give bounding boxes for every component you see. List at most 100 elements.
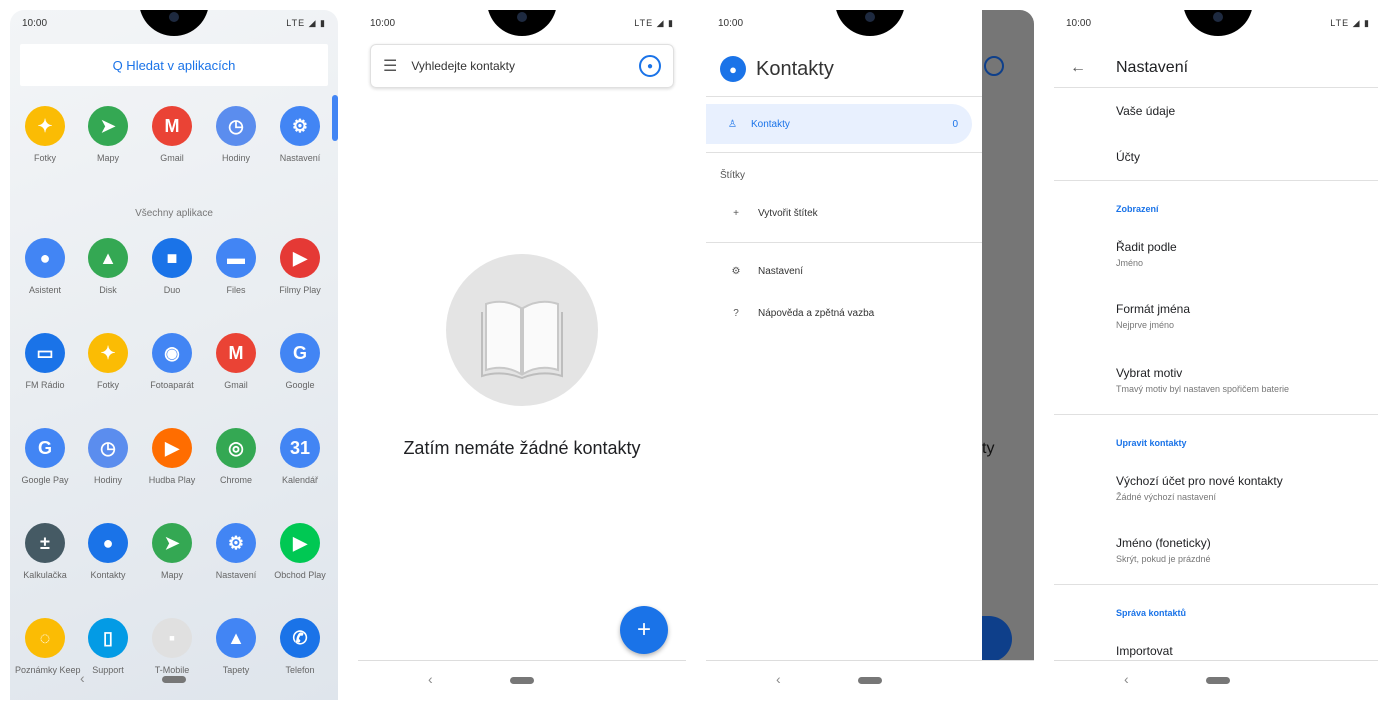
drawer-item-label: Vytvořit štítek [758, 208, 818, 219]
app-fm-rádio[interactable]: ▭ FM Rádio [15, 333, 75, 390]
app-google-pay[interactable]: G Google Pay [15, 428, 75, 485]
maps-icon: ➤ [88, 106, 128, 146]
divider [1054, 414, 1378, 415]
files-icon: ▬ [216, 238, 256, 278]
settings-item[interactable]: Jméno (foneticky) Skrýt, pokud je prázdné [1116, 536, 1211, 564]
app-search-bar[interactable]: Q Hledat v aplikacích [20, 44, 328, 86]
settings-item-title: Vaše údaje [1116, 104, 1176, 118]
nav-bar: ‹ [1054, 660, 1378, 700]
phone-contacts-drawer: kty 10:00 ● Kontakty ♙ Kontakty 0 Štítky… [706, 10, 1034, 700]
drawer-item-label: Nastavení [758, 266, 804, 277]
nav-bar: ‹ [358, 660, 686, 700]
chrome-icon: ◎ [216, 428, 256, 468]
app-label: Obchod Play [274, 570, 326, 580]
drawer-item-label: Kontakty [750, 118, 790, 130]
app-label: Kontakty [90, 570, 126, 580]
back-icon[interactable]: ‹ [1124, 671, 1129, 687]
app-mapy[interactable]: ➤ Mapy [142, 523, 202, 580]
drawer-item-help[interactable]: ? Nápověda a zpětná vazba [728, 308, 874, 319]
status-time: 10:00 [1066, 18, 1092, 29]
app-mapy[interactable]: ➤ Mapy [78, 106, 138, 163]
drawer-item-create-label[interactable]: + Vytvořit štítek [728, 208, 818, 219]
search-placeholder: Vyhledejte kontakty [411, 59, 515, 73]
person-icon: ♙ [728, 118, 737, 130]
dimmed-background[interactable]: kty [972, 10, 1034, 662]
empty-state-text: Zatím nemáte žádné kontakty [403, 438, 641, 458]
app-disk[interactable]: ▲ Disk [78, 238, 138, 295]
app-kalkulačka[interactable]: ± Kalkulačka [15, 523, 75, 580]
app-label: Gmail [224, 380, 248, 390]
scrollbar[interactable] [332, 95, 338, 141]
app-label: Mapy [96, 153, 119, 163]
settings-item[interactable]: Vybrat motiv Tmavý motiv byl nastaven spo… [1116, 366, 1289, 394]
app-hodiny[interactable]: ◷ Hodiny [78, 428, 138, 485]
drawer-item-contacts[interactable]: ♙ Kontakty 0 [706, 104, 972, 144]
labels-heading: Štítky [720, 170, 746, 181]
support-icon: ▯ [88, 618, 128, 658]
menu-icon[interactable]: ☰ [383, 56, 397, 76]
play-music-icon: ▶ [152, 428, 192, 468]
app-label: Hodiny [221, 153, 250, 163]
app-gmail[interactable]: M Gmail [206, 333, 266, 390]
home-button[interactable] [858, 677, 882, 684]
home-button[interactable] [510, 677, 534, 684]
add-contact-button[interactable]: + [620, 606, 668, 654]
nav-bar: ‹ [10, 660, 338, 700]
camera-notch [1183, 10, 1253, 36]
divider [706, 96, 982, 97]
settings-item[interactable]: Výchozí účet pro nové kontakty Žádné vých… [1116, 474, 1283, 502]
account-icon [984, 56, 1004, 76]
settings-item[interactable]: Importovat [1116, 644, 1173, 658]
maps-icon: ➤ [152, 523, 192, 563]
back-icon[interactable]: ‹ [80, 670, 85, 686]
settings-category: Upravit kontakty [1116, 438, 1187, 448]
app-nastavení[interactable]: ⚙ Nastavení [206, 523, 266, 580]
app-hudba-play[interactable]: ▶ Hudba Play [142, 428, 202, 485]
divider [1054, 180, 1378, 181]
app-kontakty[interactable]: ● Kontakty [78, 523, 138, 580]
home-button[interactable] [162, 676, 186, 683]
app-label: Fotky [33, 153, 56, 163]
phone-contacts-empty: 10:00 LTE ◢ ▮ ☰ Vyhledejte kontakty ● Za… [358, 10, 686, 700]
settings-category: Zobrazení [1116, 204, 1159, 214]
account-icon[interactable]: ● [639, 55, 661, 77]
wallpapers-icon: ▲ [216, 618, 256, 658]
app-nastavení[interactable]: ⚙ Nastavení [270, 106, 330, 163]
app-fotky[interactable]: ✦ Fotky [15, 106, 75, 163]
status-bar: 10:00 LTE ◢ ▮ [358, 10, 686, 38]
app-filmy-play[interactable]: ▶ Filmy Play [270, 238, 330, 295]
back-arrow-icon[interactable]: ← [1070, 59, 1116, 77]
app-label: Google Pay [21, 475, 69, 485]
back-icon[interactable]: ‹ [428, 671, 433, 687]
status-time: 10:00 [22, 18, 48, 29]
home-button[interactable] [1206, 677, 1230, 684]
app-fotoaparát[interactable]: ◉ Fotoaparát [142, 333, 202, 390]
back-icon[interactable]: ‹ [776, 671, 781, 687]
drawer-item-settings[interactable]: ⚙ Nastavení [728, 266, 804, 277]
phone-contacts-settings: 10:00 LTE ◢ ▮ ← Nastavení Vaše údaje Účty… [1054, 10, 1378, 700]
empty-book-illustration [446, 254, 598, 406]
camera-icon: ◉ [152, 333, 192, 373]
app-files[interactable]: ▬ Files [206, 238, 266, 295]
contacts-search-bar[interactable]: ☰ Vyhledejte kontakty ● [370, 44, 674, 88]
status-bar: 10:00 LTE ◢ ▮ [10, 10, 338, 38]
app-fotky[interactable]: ✦ Fotky [78, 333, 138, 390]
app-kalendář[interactable]: 31 Kalendář [270, 428, 330, 485]
app-hodiny[interactable]: ◷ Hodiny [206, 106, 266, 163]
app-google[interactable]: G Google [270, 333, 330, 390]
app-asistent[interactable]: ● Asistent [15, 238, 75, 295]
settings-item[interactable]: Vaše údaje [1116, 104, 1175, 118]
photos-icon: ✦ [88, 333, 128, 373]
status-bar: 10:00 LTE ◢ ▮ [1054, 10, 1378, 38]
app-chrome[interactable]: ◎ Chrome [206, 428, 266, 485]
settings-item[interactable]: Řadit podle Jméno [1116, 240, 1177, 268]
app-label: Duo [163, 285, 181, 295]
settings-item[interactable]: Účty [1116, 150, 1140, 164]
app-obchod-play[interactable]: ▶ Obchod Play [270, 523, 330, 580]
app-gmail[interactable]: M Gmail [142, 106, 202, 163]
app-duo[interactable]: ■ Duo [142, 238, 202, 295]
settings-item[interactable]: Formát jména Nejprve jméno [1116, 302, 1190, 330]
settings-item-summary: Tmavý motiv byl nastaven spořičem bateri… [1116, 384, 1290, 394]
app-label: Asistent [28, 285, 61, 295]
settings-item-title: Formát jména [1116, 302, 1191, 316]
